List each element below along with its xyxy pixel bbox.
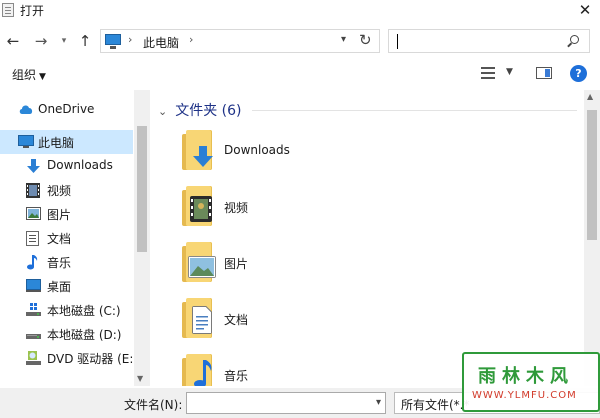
folder-documents[interactable]: 文档 (178, 296, 478, 344)
sidebar-item-music[interactable]: 音乐 (0, 250, 133, 274)
sidebar-item-label: 图片 (47, 208, 72, 222)
scroll-up-icon[interactable]: ▲ (587, 92, 593, 101)
organize-button[interactable]: 组织 ▼ (12, 66, 46, 83)
file-type-label: 所有文件(*.* (401, 398, 470, 412)
sidebar-item-label: 文档 (47, 232, 72, 246)
sidebar-item-videos[interactable]: 视频 (0, 178, 133, 202)
documents-folder-icon (178, 296, 218, 340)
command-bar: 组织 ▼ ▼ ? (0, 60, 600, 88)
sidebar-item-downloads[interactable]: Downloads (0, 154, 133, 178)
chevron-right-icon[interactable]: › (128, 33, 132, 46)
watermark-url: WWW.YLMFU.COM (472, 390, 577, 401)
video-icon (26, 183, 41, 198)
back-button[interactable]: ← (4, 32, 22, 50)
filename-label: 文件名(N): (124, 398, 183, 412)
title-bar: 打开 ✕ (0, 0, 600, 22)
address-location[interactable]: 此电脑 (143, 34, 179, 51)
view-options-icon[interactable] (481, 67, 495, 80)
group-header[interactable]: ⌄ 文件夹 (6) (158, 100, 242, 120)
computer-icon (105, 34, 121, 49)
music-folder-icon (178, 352, 218, 386)
document-icon (26, 231, 41, 246)
computer-icon (18, 135, 34, 149)
dvd-drive-icon (26, 351, 41, 365)
search-icon[interactable] (570, 35, 579, 44)
videos-folder-icon (178, 184, 218, 228)
sidebar-item-label: OneDrive (38, 102, 95, 116)
content-scroll-thumb[interactable] (587, 110, 597, 240)
sidebar-item-this-pc[interactable]: 此电脑 (0, 130, 133, 154)
folder-label: 图片 (224, 257, 249, 271)
filename-field[interactable]: ▾ (186, 392, 386, 414)
group-divider (252, 110, 577, 111)
folder-label: Downloads (224, 143, 290, 157)
text-caret (397, 34, 398, 49)
scroll-down-icon[interactable]: ▼ (137, 374, 143, 383)
sidebar-item-label: 桌面 (47, 280, 72, 294)
disk-icon (26, 327, 41, 341)
collapse-chevron-icon[interactable]: ⌄ (158, 105, 167, 118)
disk-icon (26, 303, 41, 317)
recent-locations-chevron-icon[interactable]: ▾ (58, 32, 70, 50)
folder-label: 文档 (224, 313, 249, 327)
desktop-icon (26, 279, 41, 293)
folder-videos[interactable]: 视频 (178, 184, 478, 232)
sidebar-item-disk-c[interactable]: 本地磁盘 (C:) (0, 298, 133, 322)
group-header-label: 文件夹 (6) (175, 103, 242, 119)
watermark-title: 雨林木风 (478, 366, 574, 387)
sidebar-scrollbar[interactable]: ▼ (134, 90, 150, 386)
preview-pane-icon[interactable] (536, 67, 552, 79)
navigation-pane: OneDrive 此电脑 Downloads 视频 图片 文档 音乐 桌面 本地… (0, 90, 150, 386)
sidebar-item-label: 本地磁盘 (D:) (47, 328, 122, 342)
sidebar-item-label: Downloads (47, 158, 113, 172)
downloads-folder-icon (178, 128, 218, 172)
refresh-icon[interactable]: ↻ (359, 31, 372, 49)
folder-label: 视频 (224, 201, 249, 215)
forward-button[interactable]: → (32, 32, 50, 50)
sidebar-item-desktop[interactable]: 桌面 (0, 274, 133, 298)
watermark-logo: 雨林木风 WWW.YLMFU.COM (462, 352, 600, 412)
picture-icon (26, 207, 41, 221)
sidebar-scroll-thumb[interactable] (137, 126, 147, 252)
address-dropdown-icon[interactable]: ▾ (341, 34, 346, 45)
sidebar-item-label: 此电脑 (38, 136, 75, 150)
pictures-folder-icon (178, 240, 218, 284)
cloud-icon (18, 103, 33, 117)
sidebar-item-dvd-drive[interactable]: DVD 驱动器 (E: (0, 346, 133, 370)
sidebar-item-label: DVD 驱动器 (E: (47, 352, 134, 366)
folder-pictures[interactable]: 图片 (178, 240, 478, 288)
address-row: ← → ▾ ↑ › 此电脑 › ▾ ↻ (0, 26, 600, 58)
chevron-down-icon[interactable]: ▾ (376, 397, 381, 408)
sidebar-item-disk-d[interactable]: 本地磁盘 (D:) (0, 322, 133, 346)
download-arrow-icon (26, 159, 41, 173)
search-input[interactable] (388, 29, 590, 53)
sidebar-item-pictures[interactable]: 图片 (0, 202, 133, 226)
help-icon[interactable]: ? (570, 65, 587, 82)
sidebar-item-onedrive[interactable]: OneDrive (0, 98, 133, 122)
folder-music[interactable]: 音乐 (178, 352, 478, 386)
sidebar-item-label: 音乐 (47, 256, 72, 270)
sidebar-item-documents[interactable]: 文档 (0, 226, 133, 250)
music-note-icon (26, 255, 41, 270)
content-scrollbar[interactable]: ▲ (584, 90, 600, 386)
window-title: 打开 (20, 4, 45, 18)
up-button[interactable]: ↑ (76, 32, 94, 50)
chevron-down-icon: ▼ (39, 72, 46, 82)
view-dropdown-icon[interactable]: ▼ (506, 67, 513, 77)
sidebar-item-label: 本地磁盘 (C:) (47, 304, 121, 318)
address-bar[interactable]: › 此电脑 › ▾ ↻ (100, 29, 380, 53)
close-button[interactable]: ✕ (570, 0, 600, 22)
sidebar-item-label: 视频 (47, 184, 72, 198)
chevron-right-icon[interactable]: › (189, 33, 193, 46)
organize-label: 组织 (12, 68, 37, 82)
folder-downloads[interactable]: Downloads (178, 128, 478, 176)
folder-label: 音乐 (224, 369, 249, 383)
open-file-icon (2, 3, 14, 17)
file-list-pane: ⌄ 文件夹 (6) Downloads 视频 图片 文档 音乐 ▲ (152, 90, 600, 386)
